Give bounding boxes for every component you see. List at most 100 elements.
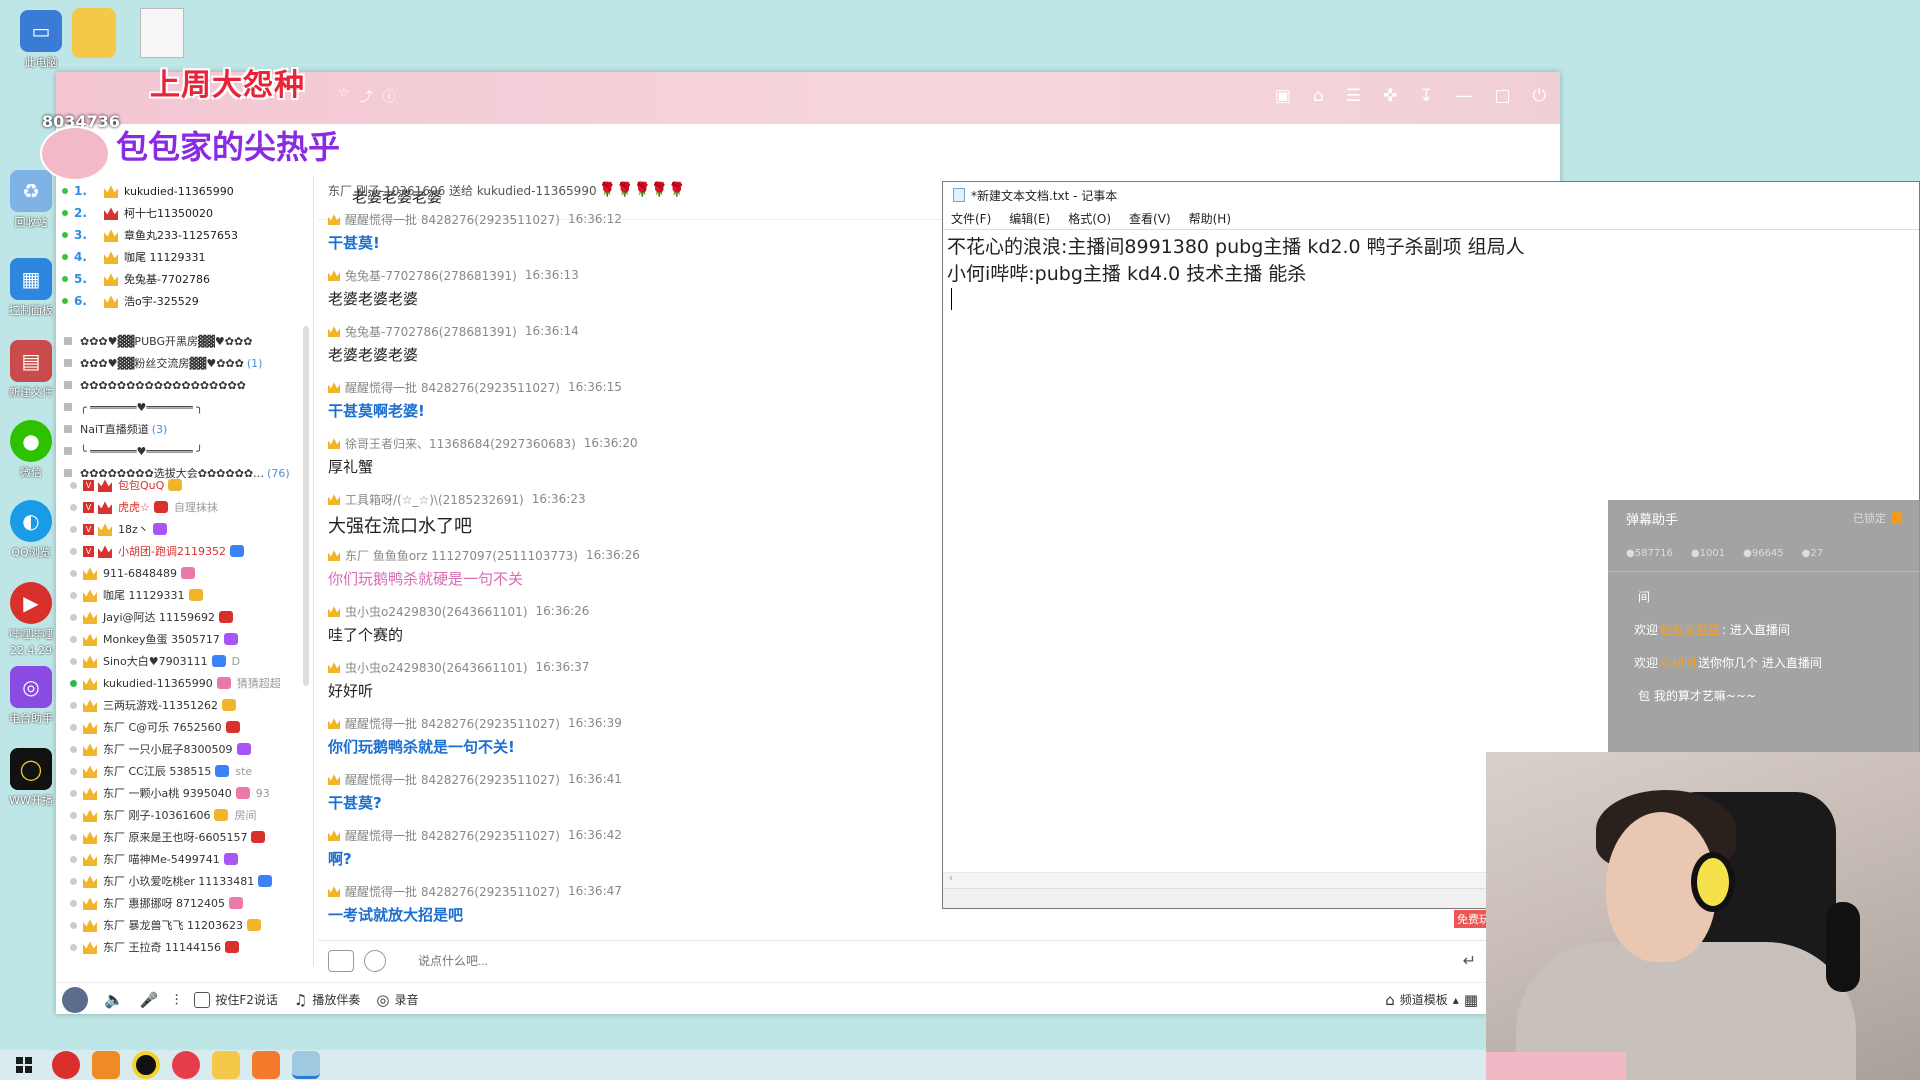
- user-item[interactable]: 东厂 原来是王也呀-6605157: [64, 826, 314, 848]
- ranking-row[interactable]: 3. 章鱼丸233-11257653: [62, 224, 238, 246]
- user-item[interactable]: 东厂 一颗小a桃 9395040 93: [64, 782, 314, 804]
- menu-edit[interactable]: 编辑(E): [1009, 210, 1050, 227]
- desktop-icon-ww[interactable]: ◯ WW开播: [0, 748, 62, 808]
- ranking-row[interactable]: 5. 免兔基-7702786: [62, 268, 238, 290]
- message-user[interactable]: 工具箱呀/(☆_☆)\(2185232691): [345, 491, 524, 508]
- windows-start-icon[interactable]: [16, 1057, 32, 1073]
- menu-view[interactable]: 查看(V): [1129, 210, 1171, 227]
- channel-item[interactable]: ✿✿✿♥▓▓PUBG开黑房▓▓♥✿✿✿: [64, 330, 314, 352]
- maximize-icon[interactable]: □: [1494, 86, 1510, 106]
- user-item[interactable]: 咖尾 11129331: [64, 584, 314, 606]
- channel-item[interactable]: ╭ ═══════♥═══════ ╮: [64, 396, 314, 418]
- status-dot: [70, 723, 77, 731]
- channel-item[interactable]: ✿✿✿♥▓▓粉丝交流房▓▓♥✿✿✿ (1): [64, 352, 314, 374]
- channel-template-button[interactable]: ⌂ 频道模板 ▴ ▦: [1385, 991, 1478, 1009]
- user-item[interactable]: V 18z丶: [64, 518, 314, 540]
- user-item[interactable]: 东厂 惠挪挪呀 8712405: [64, 892, 314, 914]
- taskbar-app-ww-icon[interactable]: [132, 1051, 160, 1079]
- message-user[interactable]: 虫小虫o2429830(2643661101): [345, 659, 528, 676]
- ranking-row[interactable]: 4. 咖尾 11129331: [62, 246, 238, 268]
- record-button[interactable]: ◎ 录音: [376, 991, 418, 1009]
- desktop-icon-qq-browser[interactable]: ◐ QQ浏览: [0, 500, 62, 560]
- channel-item[interactable]: ╰ ═══════♥═══════ ╯: [64, 440, 314, 462]
- desktop-icon-radio[interactable]: ◎ 电台助手: [0, 666, 62, 726]
- home-icon[interactable]: ⌂: [1313, 86, 1324, 106]
- taskbar-app-orange-icon[interactable]: [92, 1051, 120, 1079]
- message-user[interactable]: 醒醒慌得一批 8428276(2923511027): [345, 827, 560, 844]
- download-icon[interactable]: ↧: [1419, 86, 1433, 106]
- power-icon[interactable]: ⏻: [1533, 86, 1546, 106]
- menu-file[interactable]: 文件(F): [951, 210, 991, 227]
- user-name: kukudied-11365990: [103, 676, 213, 690]
- share-icon[interactable]: ⤴: [360, 86, 373, 105]
- taskbar-app-yy-icon[interactable]: [252, 1051, 280, 1079]
- message-user[interactable]: 虫小虫o2429830(2643661101): [345, 603, 528, 620]
- menu-format[interactable]: 格式(O): [1068, 210, 1111, 227]
- notepad-text-area[interactable]: 不花心的浪浪:主播间8991380 pubg主播 kd2.0 鸭子杀副项 组局人…: [943, 230, 1919, 314]
- user-item[interactable]: 三两玩游戏-11351262: [64, 694, 314, 716]
- user-item[interactable]: Sino大白♥7903111 D: [64, 650, 314, 672]
- user-item[interactable]: 东厂 一只小屁子8300509: [64, 738, 314, 760]
- user-item[interactable]: V 虎虎☆ 自理抹抹: [64, 496, 314, 518]
- user-list: V 包包QuQ V 虎虎☆ 自理抹抹 V 18z丶 V 小胡团-跑调2119352 911-684…: [64, 474, 314, 958]
- chat-input[interactable]: [418, 953, 1218, 968]
- ranking-row[interactable]: 6. 浩o宇-325529: [62, 290, 238, 312]
- video-icon[interactable]: ▣: [1275, 86, 1291, 106]
- taskbar-app-player-icon[interactable]: [52, 1051, 80, 1079]
- user-item[interactable]: 东厂 C@可乐 7652560: [64, 716, 314, 738]
- channel-item[interactable]: NaiT直播频道 (3): [64, 418, 314, 440]
- desktop-icon-mascot-app[interactable]: [72, 8, 116, 58]
- play-music-button[interactable]: ♫ 播放伴奏: [294, 991, 360, 1009]
- desktop-icon-control-panel[interactable]: ▦ 控制面板: [0, 258, 62, 318]
- desktop-icon-computer[interactable]: ▭ 此电脑: [10, 10, 72, 70]
- desktop-icon-document[interactable]: [140, 8, 184, 58]
- taskbar-app-mascot-icon[interactable]: [212, 1051, 240, 1079]
- message-user[interactable]: 东厂 鱼鱼鱼orz 11127097(2511103773): [345, 547, 578, 564]
- desktop-icon-recycle[interactable]: ♻ 回收站: [0, 170, 62, 230]
- user-item[interactable]: 东厂 喵神Me-5499741: [64, 848, 314, 870]
- minimize-icon[interactable]: —: [1455, 86, 1472, 106]
- ranking-row[interactable]: 1. kukudied-11365990: [62, 180, 238, 202]
- desktop-icon-wechat[interactable]: ● 微信: [0, 420, 62, 480]
- user-item[interactable]: V 包包QuQ: [64, 474, 314, 496]
- menu-help[interactable]: 帮助(H): [1189, 210, 1231, 227]
- ranking-row[interactable]: 2. 柯十七11350020: [62, 202, 238, 224]
- taskbar-app-notepad-icon[interactable]: [292, 1051, 320, 1079]
- user-item[interactable]: 东厂 刚子-10361606 房间: [64, 804, 314, 826]
- gamepad-icon[interactable]: ✜: [1383, 86, 1397, 106]
- info-icon[interactable]: ⓘ: [383, 86, 396, 105]
- user-item[interactable]: V 小胡团-跑调2119352: [64, 540, 314, 562]
- message-user[interactable]: 醒醒慌得一批 8428276(2923511027): [345, 771, 560, 788]
- push-to-talk-button[interactable]: 按住F2说话: [194, 991, 278, 1008]
- list-icon[interactable]: ☰: [1346, 86, 1361, 106]
- star-icon[interactable]: ☆: [338, 86, 350, 105]
- message-user[interactable]: 徐哥王者归来、11368684(2927360683): [345, 435, 576, 452]
- user-name: 911-6848489: [103, 566, 177, 580]
- message-user[interactable]: 兔兔基-7702786(278681391): [345, 323, 517, 340]
- user-item[interactable]: kukudied-11365990 猜猜超超: [64, 672, 314, 694]
- send-icon[interactable]: ↵: [1463, 951, 1476, 970]
- microphone-icon[interactable]: 🎤: [140, 991, 159, 1009]
- lock-icon[interactable]: [1892, 512, 1902, 524]
- message-user[interactable]: 醒醒慌得一批 8428276(2923511027): [345, 883, 560, 900]
- message-user[interactable]: 兔兔基-7702786(278681391): [345, 267, 517, 284]
- user-item[interactable]: 东厂 CC江辰 538515 ste: [64, 760, 314, 782]
- taskbar-app-weibo-icon[interactable]: [172, 1051, 200, 1079]
- text-style-button[interactable]: [364, 949, 386, 972]
- emoji-button[interactable]: [328, 949, 354, 972]
- message-user[interactable]: 醒醒慌得一批 8428276(2923511027): [345, 211, 560, 228]
- user-item[interactable]: 东厂 王拉奇 11144156: [64, 936, 314, 958]
- message-user[interactable]: 醒醒慌得一批 8428276(2923511027): [345, 715, 560, 732]
- desktop-icon-bilibili[interactable]: ▶ 哔哩哔哩 22.4.29: [0, 582, 62, 657]
- user-item[interactable]: 东厂 暴龙兽飞飞 11203623: [64, 914, 314, 936]
- user-item[interactable]: 东厂 小玖爱吃桃er 11133481: [64, 870, 314, 892]
- channel-item[interactable]: ✿✿✿✿✿✿✿✿✿✿✿✿✿✿✿✿✿✿: [64, 374, 314, 396]
- desktop-icon-new-file[interactable]: ▤ 新建文件: [0, 340, 62, 400]
- speaker-icon[interactable]: 🔈: [104, 990, 124, 1009]
- user-item[interactable]: 911-6848489: [64, 562, 314, 584]
- avatar[interactable]: [62, 986, 88, 1013]
- user-item[interactable]: Jayi@阿达 11159692: [64, 606, 314, 628]
- message-user[interactable]: 醒醒慌得一批 8428276(2923511027): [345, 379, 560, 396]
- mixer-icon[interactable]: ⫶: [175, 991, 179, 1009]
- user-item[interactable]: Monkey鱼蛋 3505717: [64, 628, 314, 650]
